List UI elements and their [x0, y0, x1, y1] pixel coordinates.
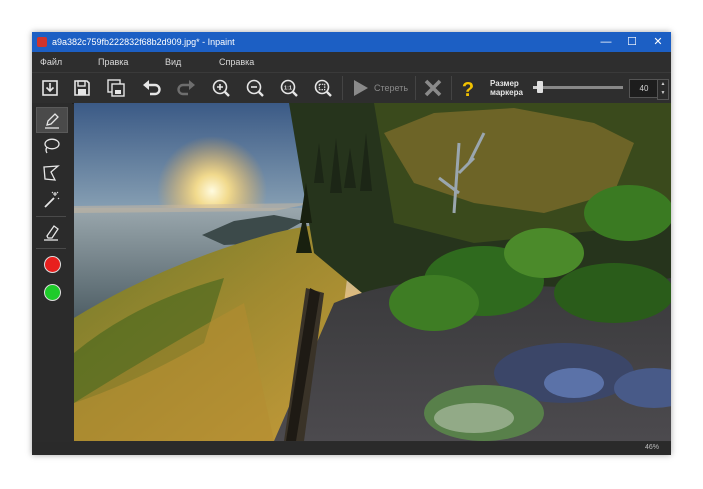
marker-size-slider[interactable] [533, 86, 623, 89]
erase-button[interactable] [349, 76, 373, 100]
lasso-icon [44, 138, 60, 154]
polygon-lasso-tool-button[interactable] [36, 161, 66, 185]
redo-icon [177, 80, 195, 96]
play-icon [354, 80, 368, 96]
undo-icon [143, 80, 161, 96]
toolbar-separator [451, 76, 452, 100]
app-window: a9a382c759fb222832f68b2d909.jpg* - Inpai… [32, 32, 671, 455]
save-button[interactable] [70, 76, 94, 100]
tool-separator [36, 248, 66, 249]
menu-help[interactable]: Справка [219, 57, 254, 67]
svg-text:1:1: 1:1 [284, 85, 292, 91]
landscape-photo [74, 103, 671, 441]
toolbar: 1:1 Стереть ? Размер маркера 40 ▲ ▼ [32, 72, 671, 104]
save-icon [74, 80, 90, 96]
marker-size-slider-thumb[interactable] [537, 81, 543, 93]
red-marker-color-button[interactable] [44, 256, 61, 273]
toolbar-separator [415, 76, 416, 100]
marker-icon [45, 113, 59, 129]
menu-file[interactable]: Файл [40, 57, 62, 67]
help-icon: ? [462, 79, 474, 101]
marker-tool-button[interactable] [36, 107, 68, 133]
menu-edit[interactable]: Правка [98, 57, 128, 67]
magic-wand-icon [44, 191, 60, 208]
undo-button[interactable] [140, 76, 164, 100]
clear-selection-button[interactable] [421, 76, 445, 100]
zoom-in-icon [212, 79, 230, 97]
zoom-fit-icon [314, 79, 332, 97]
zoom-actual-button[interactable]: 1:1 [277, 76, 301, 100]
lasso-tool-button[interactable] [36, 134, 66, 158]
tool-panel [32, 103, 72, 443]
app-icon [37, 37, 47, 47]
window-title: a9a382c759fb222832f68b2d909.jpg* - Inpai… [52, 37, 235, 47]
zoom-out-button[interactable] [243, 76, 267, 100]
marker-size-label-line2: маркера [490, 88, 523, 97]
title-bar: a9a382c759fb222832f68b2d909.jpg* - Inpai… [32, 32, 671, 52]
zoom-in-button[interactable] [209, 76, 233, 100]
status-bar: 46% [32, 442, 671, 455]
open-button[interactable] [38, 76, 62, 100]
marker-size-input[interactable]: 40 [629, 79, 659, 98]
marker-size-label-line1: Размер [490, 79, 519, 88]
menu-bar: Файл Правка Вид Справка [32, 52, 671, 72]
x-icon [424, 79, 442, 97]
maximize-button[interactable]: ☐ [619, 32, 645, 52]
magic-wand-tool-button[interactable] [36, 188, 66, 212]
toolbar-separator [342, 76, 343, 100]
zoom-level: 46% [644, 444, 659, 451]
eraser-tool-button[interactable] [36, 220, 66, 244]
help-button[interactable]: ? [456, 76, 480, 101]
erase-label[interactable]: Стереть [374, 83, 408, 93]
svg-text:?: ? [462, 79, 474, 100]
open-icon [42, 80, 58, 96]
minimize-button[interactable]: — [593, 32, 619, 52]
zoom-out-icon [246, 79, 264, 97]
zoom-fit-button[interactable] [311, 76, 335, 100]
eraser-icon [44, 225, 59, 241]
marker-size-spinner[interactable]: ▲ ▼ [657, 79, 669, 100]
save-as-button[interactable] [104, 76, 128, 100]
marker-size-label: Размер маркера [490, 79, 530, 97]
close-button[interactable]: ✕ [645, 32, 671, 52]
tool-separator [36, 216, 66, 217]
redo-button[interactable] [174, 76, 198, 100]
green-marker-color-button[interactable] [44, 284, 61, 301]
zoom-actual-icon: 1:1 [280, 79, 298, 97]
menu-view[interactable]: Вид [165, 57, 181, 67]
polygon-lasso-icon [43, 165, 60, 181]
image-canvas[interactable] [74, 103, 671, 441]
save-as-icon [107, 79, 125, 97]
